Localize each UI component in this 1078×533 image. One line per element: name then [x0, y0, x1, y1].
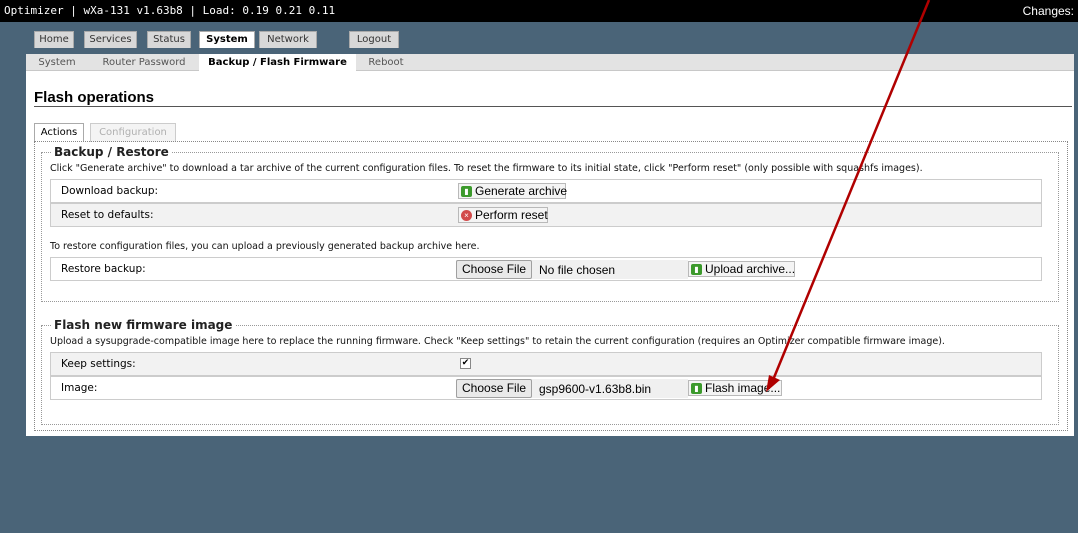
annotation-arrow-line — [771, 0, 931, 381]
annotation-arrow-head — [766, 375, 780, 392]
annotation-arrow — [766, 0, 931, 392]
